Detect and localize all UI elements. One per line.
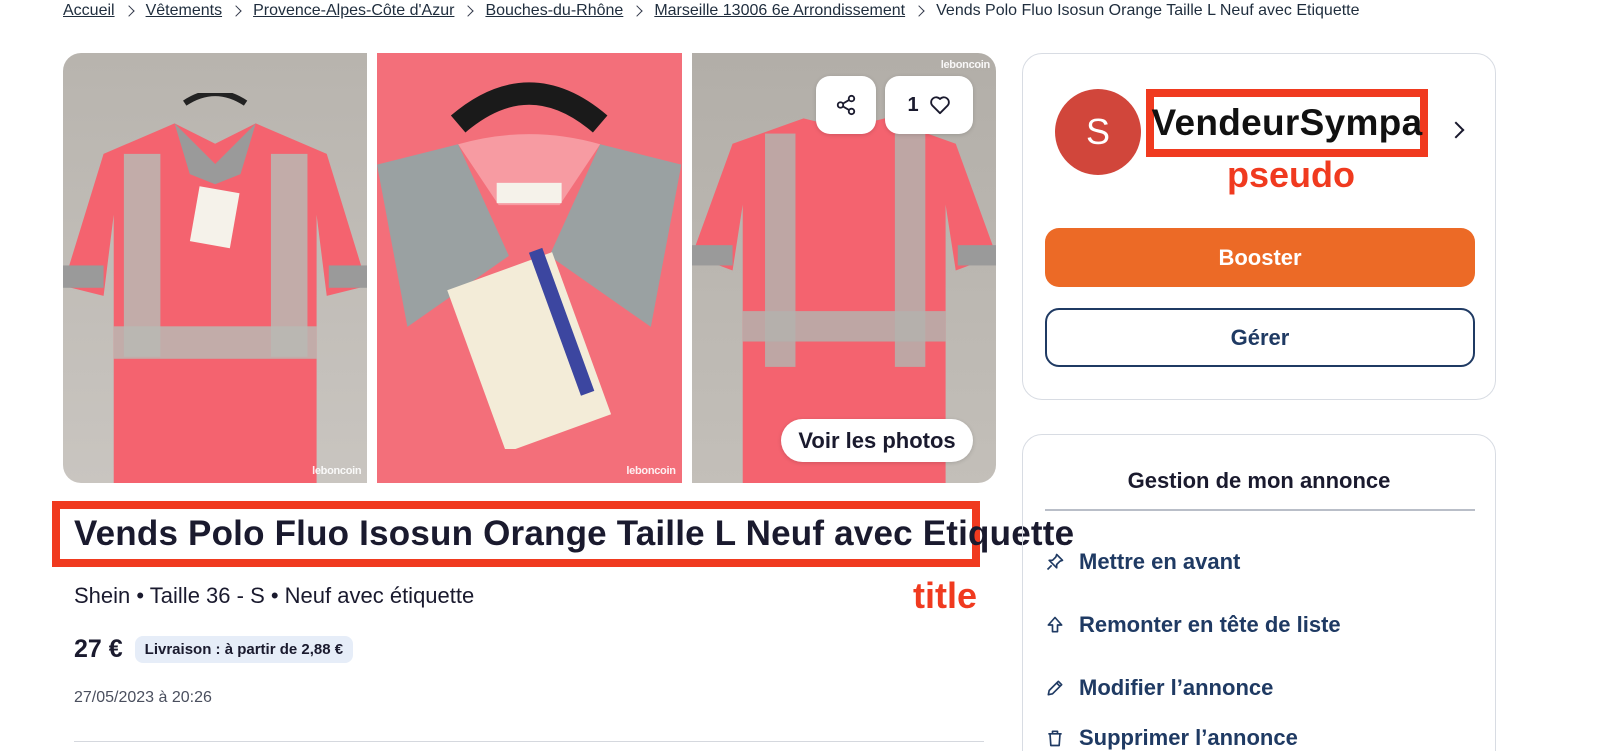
manage-item-feature[interactable]: Mettre en avant xyxy=(1045,549,1240,575)
chevron-right-icon xyxy=(631,5,643,17)
seller-name-annotation-box: VendeurSympa xyxy=(1146,89,1428,157)
breadcrumb-link-department[interactable]: Bouches-du-Rhône xyxy=(485,2,623,20)
chevron-right-icon xyxy=(462,5,475,17)
shirt-closeup-image xyxy=(377,82,682,449)
favorite-button[interactable]: 1 xyxy=(885,76,973,134)
avatar[interactable]: S xyxy=(1055,89,1141,175)
chevron-right-icon xyxy=(122,5,135,17)
watermark-text: leboncoin xyxy=(940,59,991,71)
breadcrumb-link-vetements[interactable]: Vêtements xyxy=(146,2,222,20)
manage-item-bump[interactable]: Remonter en tête de liste xyxy=(1045,612,1341,638)
favorites-count: 1 xyxy=(907,93,919,116)
product-photo-2[interactable]: leboncoin xyxy=(377,53,682,483)
view-photos-button[interactable]: Voir les photos xyxy=(781,419,973,462)
delivery-badge: Livraison : à partir de 2,88 € xyxy=(134,636,354,663)
manage-item-label: Mettre en avant xyxy=(1079,549,1241,574)
pin-icon xyxy=(1046,553,1064,571)
manage-item-label: Supprimer l’annonce xyxy=(1079,725,1298,750)
breadcrumb-link-region[interactable]: Provence-Alpes-Côte d'Azur xyxy=(253,2,454,20)
listing-price: 27 € xyxy=(74,635,123,663)
listing-title: Vends Polo Fluo Isosun Orange Taille L N… xyxy=(74,514,1075,553)
chevron-right-icon xyxy=(913,5,925,17)
manage-listing-card: Gestion de mon annonce Mettre en avant R… xyxy=(1022,434,1496,751)
share-button[interactable] xyxy=(816,76,876,134)
pseudo-annotation-label: pseudo xyxy=(1227,154,1356,195)
breadcrumb-current: Vends Polo Fluo Isosun Orange Taille L N… xyxy=(936,2,1360,19)
manage-item-label: Modifier l’annonce xyxy=(1079,675,1274,700)
divider xyxy=(74,741,984,742)
seller-card: S VendeurSympa pseudo Booster Gérer xyxy=(1022,53,1496,400)
listing-date: 27/05/2023 à 20:26 xyxy=(74,689,212,706)
heart-icon xyxy=(929,96,950,115)
watermark-text: leboncoin xyxy=(626,465,676,477)
seller-name[interactable]: VendeurSympa xyxy=(1152,102,1423,144)
pencil-icon xyxy=(1047,680,1063,696)
breadcrumb-link-accueil[interactable]: Accueil xyxy=(63,2,115,20)
price-row: 27 € Livraison : à partir de 2,88 € xyxy=(74,635,354,664)
shirt-image xyxy=(63,93,368,483)
listing-attributes: Shein • Taille 36 - S • Neuf avec étique… xyxy=(74,583,475,608)
trash-icon xyxy=(1048,730,1062,747)
manage-item-delete[interactable]: Supprimer l’annonce xyxy=(1045,725,1298,751)
share-icon xyxy=(836,94,856,116)
manage-title: Gestion de mon annonce xyxy=(1127,468,1391,493)
manage-item-edit[interactable]: Modifier l’annonce xyxy=(1045,675,1273,701)
watermark-text: leboncoin xyxy=(312,465,362,477)
title-annotation-box: Vends Polo Fluo Isosun Orange Taille L N… xyxy=(52,501,1074,567)
chevron-right-icon xyxy=(230,5,242,17)
breadcrumb-link-city[interactable]: Marseille 13006 6e Arrondissement xyxy=(654,2,905,20)
booster-button[interactable]: Booster xyxy=(1045,228,1475,287)
chevron-right-icon[interactable] xyxy=(1447,121,1465,139)
manage-item-label: Remonter en tête de liste xyxy=(1079,612,1341,637)
arrow-up-icon xyxy=(1047,616,1063,633)
breadcrumb: Accueil Vêtements Provence-Alpes-Côte d'… xyxy=(63,0,1360,22)
product-photo-1[interactable]: leboncoin xyxy=(63,53,368,483)
gerer-button[interactable]: Gérer xyxy=(1045,308,1475,367)
title-annotation-label: title xyxy=(913,575,978,616)
divider xyxy=(1045,509,1475,511)
